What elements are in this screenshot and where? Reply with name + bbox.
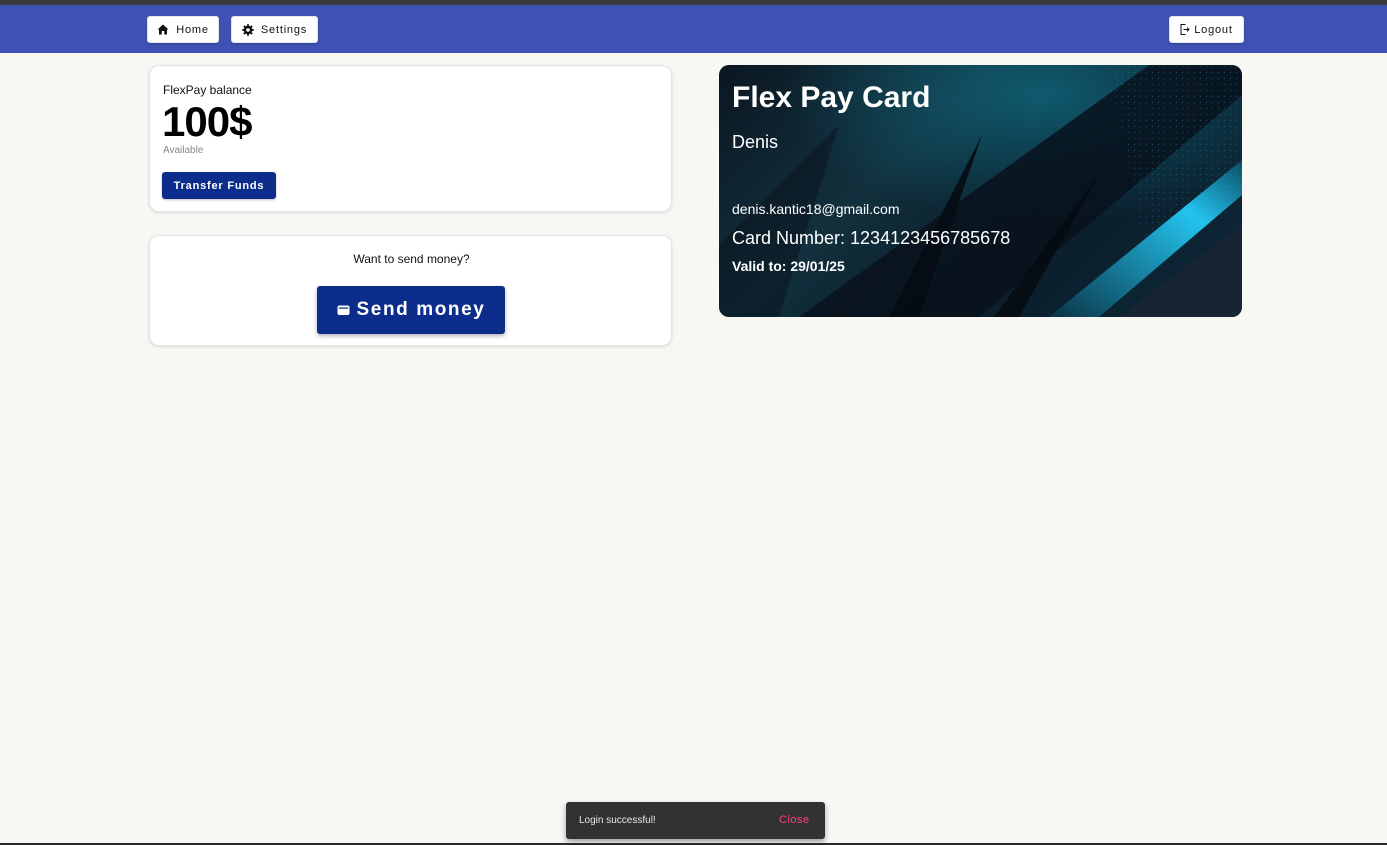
send-money-label: Send money	[356, 299, 486, 320]
flex-pay-card: Flex Pay Card Denis denis.kantic18@gmail…	[719, 65, 1242, 317]
transfer-funds-button[interactable]: Transfer Funds	[162, 172, 276, 199]
settings-label: Settings	[260, 23, 308, 36]
home-label: Home	[176, 23, 209, 36]
gear-icon	[242, 23, 254, 36]
card-email: denis.kantic18@gmail.com	[732, 201, 900, 217]
logout-icon	[1180, 24, 1190, 35]
send-money-button[interactable]: Send money	[317, 286, 505, 334]
card-number: Card Number: 1234123456785678	[732, 228, 1011, 248]
balance-label: FlexPay balance	[163, 83, 252, 97]
balance-amount: 100$	[162, 98, 252, 145]
top-navbar: Home Settings Logout	[0, 5, 1387, 53]
logout-button[interactable]: Logout	[1169, 16, 1244, 43]
wallet-icon	[337, 305, 349, 315]
balance-available-label: Available	[163, 145, 204, 156]
card-title: Flex Pay Card	[732, 81, 931, 114]
home-button[interactable]: Home	[147, 16, 219, 43]
send-money-card: Want to send money? Send money	[149, 235, 672, 346]
snackbar-message: Login successful!	[579, 815, 656, 826]
balance-card: FlexPay balance 100$ Available Transfer …	[149, 65, 672, 212]
send-money-question: Want to send money?	[353, 252, 470, 266]
settings-button[interactable]: Settings	[231, 16, 318, 43]
card-valid-to: Valid to: 29/01/25	[732, 258, 845, 274]
card-holder-name: Denis	[732, 132, 779, 152]
logout-label: Logout	[1194, 23, 1233, 36]
login-snackbar: Login successful! Close	[566, 802, 825, 839]
snackbar-close-button[interactable]: Close	[779, 814, 810, 826]
home-icon	[157, 24, 169, 35]
